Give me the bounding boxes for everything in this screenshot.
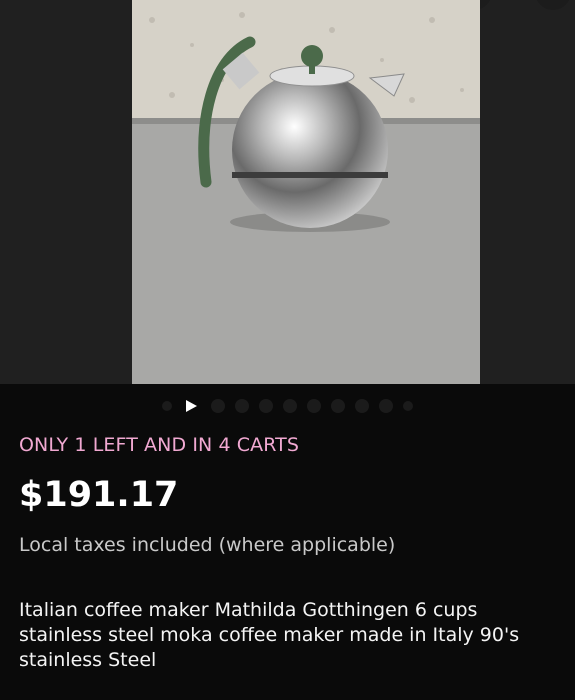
gallery-indicator-dot[interactable] xyxy=(355,399,369,413)
image-gallery[interactable] xyxy=(0,0,575,384)
price: $191.17 xyxy=(19,475,179,515)
gallery-indicator-dot[interactable] xyxy=(331,399,345,413)
stock-notice: ONLY 1 LEFT AND IN 4 CARTS xyxy=(19,434,300,456)
play-icon[interactable] xyxy=(186,400,197,412)
gallery-indicator-dot[interactable] xyxy=(162,401,172,411)
listing-title: Italian coffee maker Mathilda Gotthingen… xyxy=(19,599,520,671)
gallery-indicator-dot[interactable] xyxy=(403,401,413,411)
gallery-indicators xyxy=(0,396,575,416)
gallery-indicator-dot[interactable] xyxy=(379,399,393,413)
product-photo[interactable] xyxy=(132,0,480,384)
share-button[interactable] xyxy=(535,0,571,10)
gallery-indicator-dot[interactable] xyxy=(259,399,273,413)
gallery-indicator-dot[interactable] xyxy=(211,399,225,413)
gallery-indicator-dot[interactable] xyxy=(307,399,321,413)
gallery-indicator-dot[interactable] xyxy=(235,399,249,413)
gallery-indicator-dot[interactable] xyxy=(283,399,297,413)
tax-note: Local taxes included (where applicable) xyxy=(19,534,396,556)
